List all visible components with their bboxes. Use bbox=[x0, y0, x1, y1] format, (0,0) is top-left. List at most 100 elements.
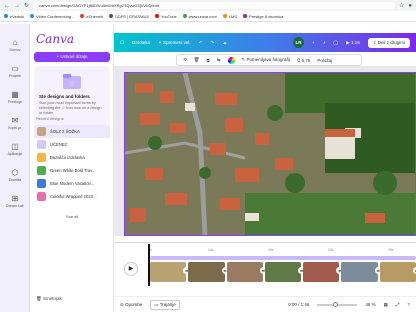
bookmark-6[interactable]: www.unina.com bbox=[182, 14, 217, 19]
apps-icon: ◫ bbox=[11, 142, 19, 151]
file-menu[interactable]: Datoteka bbox=[132, 40, 150, 45]
flip-icon[interactable]: ⇆ bbox=[217, 57, 221, 63]
redo-icon[interactable]: ↷ bbox=[210, 40, 214, 46]
forward-icon[interactable]: → bbox=[14, 3, 20, 9]
bookmark-1[interactable]: eVedski bbox=[4, 14, 24, 19]
profile-icon[interactable]: ● bbox=[408, 3, 412, 9]
position-button[interactable]: Položaj bbox=[317, 58, 332, 63]
bookmark-5[interactable]: YouTube bbox=[155, 14, 177, 19]
rail-brand-kit[interactable]: ⬡ Znamka bbox=[0, 168, 30, 182]
timeline-toggle[interactable]: ▭ Trajanje bbox=[150, 299, 180, 310]
bookmark-8[interactable]: Prestige 8 zbornica bbox=[243, 14, 283, 19]
audio-track[interactable] bbox=[150, 256, 416, 260]
home-icon: ⌂ bbox=[12, 38, 18, 47]
present-button[interactable]: ▶ 1:16 bbox=[346, 40, 359, 46]
play-icon: ▶ bbox=[128, 266, 134, 272]
mail-icon: ✉ bbox=[11, 116, 19, 125]
rail-home[interactable]: ⌂ Domov bbox=[0, 38, 30, 52]
timeline-clip[interactable] bbox=[303, 262, 344, 282]
grid-view-icon[interactable]: ▦ bbox=[384, 302, 388, 308]
starred-title: Ste designs and folders bbox=[39, 94, 90, 99]
avatar[interactable]: LR bbox=[292, 37, 304, 48]
see-all-link[interactable]: See all bbox=[66, 214, 78, 219]
recent-item[interactable]: ŠOLZ 2 ŠOŽKA bbox=[34, 125, 110, 138]
design-thumbnail bbox=[37, 166, 46, 175]
undo-icon[interactable]: ↶ bbox=[199, 40, 203, 46]
design-thumbnail bbox=[37, 127, 46, 136]
url-field[interactable]: canva.com/design/DAGYP1jB6D5/u5eM4tXRg2T… bbox=[33, 2, 395, 9]
clip-strip bbox=[150, 262, 416, 282]
bookmark-3[interactable]: eDnevnik bbox=[80, 14, 103, 19]
left-rail: ⌂ Domov ▭ Projekti ▦ Predloge ✉ Kupni pr. ◫ A… bbox=[0, 24, 30, 312]
aerial-town-photo[interactable] bbox=[124, 72, 416, 236]
recent-item[interactable]: Bazaščo izdelavka bbox=[34, 151, 110, 164]
design-thumbnail bbox=[37, 140, 46, 149]
trash-icon: 🗑 bbox=[36, 296, 42, 301]
edit-photo-button[interactable]: ✎ Pomemljava fotografij bbox=[242, 57, 290, 63]
timeline-clip[interactable] bbox=[226, 262, 268, 282]
timeline-clip[interactable] bbox=[379, 262, 416, 282]
recent-list: ŠOLZ 2 ŠOŽKA UČENEC Bazaščo izdelavka Gr… bbox=[34, 125, 110, 203]
chart-icon[interactable]: ⩘ bbox=[323, 40, 326, 45]
editor-toolbar: ☐ Datoteka ✦ Spremeni vel. ↶ ↷ ☁ LR + ⩘ … bbox=[114, 33, 416, 52]
design-thumbnail bbox=[37, 153, 46, 162]
recent-item[interactable]: UČENEC bbox=[34, 138, 110, 151]
play-button[interactable]: ▶ bbox=[124, 262, 138, 276]
zoom-level[interactable]: 46 % bbox=[365, 302, 375, 307]
playback-time: 0:00 / 1:46 bbox=[288, 302, 310, 307]
recent-item[interactable]: Blue Modern Vacation... bbox=[34, 177, 110, 190]
timeline-clip[interactable] bbox=[341, 262, 383, 282]
canva-logo[interactable]: Canva bbox=[36, 32, 74, 46]
color-icon[interactable] bbox=[227, 56, 235, 64]
fullscreen-icon[interactable]: ⤢ bbox=[396, 302, 400, 307]
crop-icon[interactable]: ⟲ bbox=[183, 57, 187, 63]
bottom-bar: ⊘ Opombe ▭ Trajanje 0:00 / 1:46 46 % ▦ ⤢… bbox=[114, 296, 416, 312]
create-design-button[interactable]: + Ustvari dizajn bbox=[34, 52, 110, 62]
notes-button[interactable]: ⊘ Opombe bbox=[120, 302, 142, 308]
recent-item[interactable]: Green White Bold Trav... bbox=[34, 164, 110, 177]
timeline-clip[interactable] bbox=[188, 262, 229, 282]
add-icon[interactable]: + bbox=[312, 40, 315, 45]
timeline-clip[interactable] bbox=[264, 262, 306, 282]
zoom-slider[interactable] bbox=[317, 301, 358, 307]
timeline-ruler: 0s 10s 15s 20s 25s bbox=[148, 248, 394, 252]
rail-apps[interactable]: ◫ Aplikacije bbox=[0, 142, 30, 156]
duration-button[interactable]: ⏱ 6,75 bbox=[297, 58, 311, 63]
svg-text:☆: ☆ bbox=[69, 80, 75, 88]
trash-link[interactable]: 🗑 Smetnjak bbox=[36, 296, 62, 302]
rail-brand[interactable]: ✉ Kupni pr. bbox=[0, 116, 30, 130]
reload-icon[interactable]: ↻ bbox=[24, 2, 29, 9]
recent-item[interactable]: Colorful Wrapped 2023... bbox=[34, 190, 110, 203]
design-thumbnail bbox=[37, 179, 46, 188]
timeline-clip[interactable] bbox=[150, 262, 191, 282]
cloud-icon[interactable]: ☁ bbox=[222, 40, 227, 46]
back-icon[interactable]: ← bbox=[4, 3, 10, 9]
lock-icon[interactable]: ⧉ bbox=[207, 58, 210, 63]
bookmark-2[interactable]: Video Conferencing... bbox=[30, 14, 74, 19]
browser-address-bar: ← → ↻ canva.com/design/DAGYP1jB6D5/u5eM4… bbox=[0, 0, 416, 11]
rail-dream-lab[interactable]: ⊞ Dream Lab bbox=[0, 194, 30, 208]
rail-projects[interactable]: ▭ Projekti bbox=[0, 64, 30, 78]
bookmark-7[interactable]: LMS bbox=[222, 14, 237, 19]
brand-icon: ⬡ bbox=[11, 168, 19, 177]
comment-icon[interactable]: ◯ bbox=[333, 40, 338, 46]
folder-illustration-icon: ☆ bbox=[63, 74, 81, 89]
recent-label: Recent designs bbox=[36, 116, 64, 121]
rail-templates[interactable]: ▦ Predloge bbox=[0, 90, 30, 104]
template-icon: ▦ bbox=[11, 90, 19, 99]
folder-icon: ▭ bbox=[11, 64, 19, 73]
share-button[interactable]: ⇪ Deli z drugimi bbox=[367, 37, 410, 48]
grid-icon: ⊞ bbox=[11, 194, 19, 203]
side-panel: Canva + Ustvari dizajn ☆ Ste designs and… bbox=[30, 24, 114, 312]
help-icon[interactable]: ? bbox=[407, 302, 410, 307]
home-icon[interactable]: ☐ bbox=[120, 40, 124, 46]
starred-description: Star your most important items by select… bbox=[39, 101, 102, 115]
photo-image bbox=[125, 73, 415, 235]
design-thumbnail bbox=[37, 192, 46, 201]
delete-icon[interactable]: 🗑 bbox=[194, 57, 200, 63]
star-icon[interactable]: ☆ bbox=[399, 2, 404, 9]
bookmark-4[interactable]: DDFE | ERASMUS bbox=[109, 14, 149, 19]
resize-menu[interactable]: ✦ Spremeni vel. bbox=[158, 40, 191, 46]
playhead[interactable] bbox=[148, 244, 150, 286]
context-toolbar: ⟲ 🗑 ⧉ ⇆ ✎ Pomemljava fotografij ⏱ 6,75 P… bbox=[176, 54, 362, 66]
